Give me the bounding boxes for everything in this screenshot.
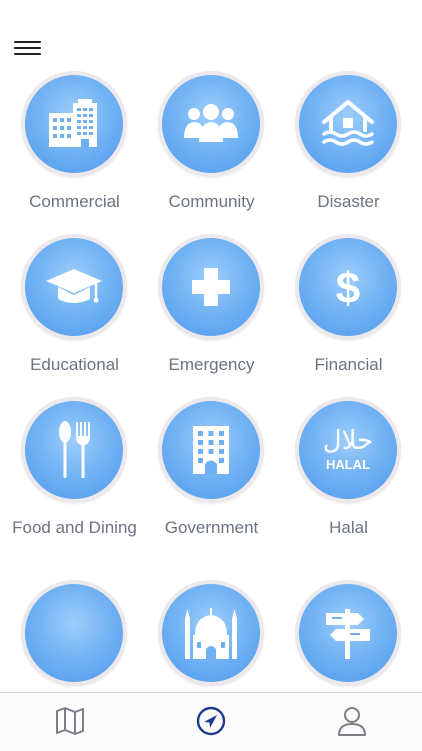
people-group-icon [162,75,260,173]
government-building-icon [162,401,260,499]
signpost-icon [299,584,397,682]
dollar-sign-icon: $ [299,238,397,336]
category-financial[interactable]: $ Financial [280,234,417,384]
category-educational[interactable]: Educational [6,234,143,384]
tab-navigate[interactable] [191,703,231,739]
category-label: Educational [30,355,119,374]
svg-text:$: $ [336,264,360,313]
icon-ring [21,234,127,340]
icon-ring: حلال HALAL [295,397,401,503]
map-icon [56,707,84,735]
category-label: Financial [314,355,383,374]
person-icon [338,707,366,736]
category-label: Emergency [168,355,255,374]
halal-sign-icon: حلال HALAL [299,401,397,499]
medical-cross-icon [162,238,260,336]
category-grid: Commercial Community Disaster Educationa… [0,0,422,692]
graduation-cap-icon [25,238,123,336]
svg-text:HALAL: HALAL [326,457,370,472]
tab-bar [0,692,422,751]
icon-ring [158,397,264,503]
svg-text:حلال: حلال [323,426,373,456]
category-food-and-dining[interactable]: Food and Dining [6,397,143,567]
category-disaster[interactable]: Disaster [280,71,417,221]
category-emergency[interactable]: Emergency [143,234,280,384]
fork-and-spoon-icon [25,401,123,499]
category-government[interactable]: Government [143,397,280,547]
category-mosque[interactable] [143,580,280,692]
category-label: Halal [329,518,368,537]
icon-ring [158,580,264,686]
crescent-icon [25,584,123,682]
location-arrow-icon [196,706,226,736]
category-crescent[interactable] [6,580,143,692]
category-label: Food and Dining [12,518,137,537]
mosque-icon [162,584,260,682]
category-community[interactable]: Community [143,71,280,221]
tab-map[interactable] [50,703,90,739]
category-label: Community [168,192,255,211]
office-buildings-icon [25,75,123,173]
icon-ring [295,71,401,177]
category-commercial[interactable]: Commercial [6,71,143,221]
category-label: Commercial [29,192,120,211]
category-label: Government [164,518,259,537]
icon-ring [21,71,127,177]
icon-ring [295,580,401,686]
icon-ring [21,397,127,503]
category-signpost[interactable] [280,580,417,692]
icon-ring [158,234,264,340]
tab-profile[interactable] [332,703,372,739]
icon-ring [21,580,127,686]
icon-ring [158,71,264,177]
flooded-house-icon [299,75,397,173]
category-label: Disaster [317,192,380,211]
icon-ring: $ [295,234,401,340]
category-halal[interactable]: حلال HALAL Halal [280,397,417,547]
